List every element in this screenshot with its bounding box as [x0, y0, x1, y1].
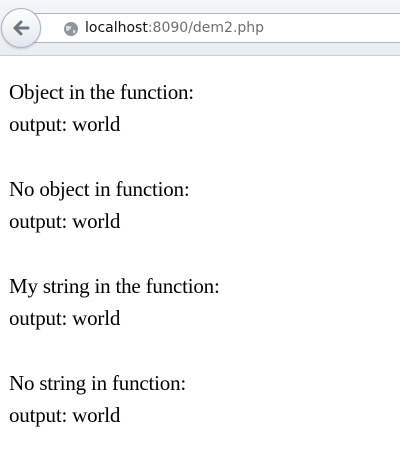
- block-heading: My string in the function:: [9, 274, 220, 298]
- url-text[interactable]: localhost:8090/dem2.php: [85, 19, 264, 37]
- block-heading: No object in function:: [9, 177, 190, 201]
- block-output: output: world: [9, 306, 121, 330]
- block-output: output: world: [9, 403, 121, 427]
- output-block: No string in function: output: world: [9, 367, 400, 431]
- address-bar[interactable]: localhost:8090/dem2.php: [30, 13, 400, 43]
- browser-toolbar: localhost:8090/dem2.php: [0, 0, 400, 56]
- url-host: localhost: [85, 20, 148, 36]
- block-output: output: world: [9, 112, 121, 136]
- block-heading: Object in the function:: [9, 80, 194, 104]
- block-heading: No string in function:: [9, 371, 187, 395]
- page-content: Object in the function: output: world No…: [0, 56, 400, 431]
- back-arrow-icon: [13, 20, 30, 36]
- block-output: output: world: [9, 209, 121, 233]
- globe-icon: [64, 22, 78, 36]
- output-block: My string in the function: output: world: [9, 270, 400, 334]
- output-block: No object in function: output: world: [9, 173, 400, 237]
- url-path: :8090/dem2.php: [147, 20, 265, 36]
- output-block: Object in the function: output: world: [9, 76, 400, 140]
- back-button[interactable]: [1, 8, 41, 48]
